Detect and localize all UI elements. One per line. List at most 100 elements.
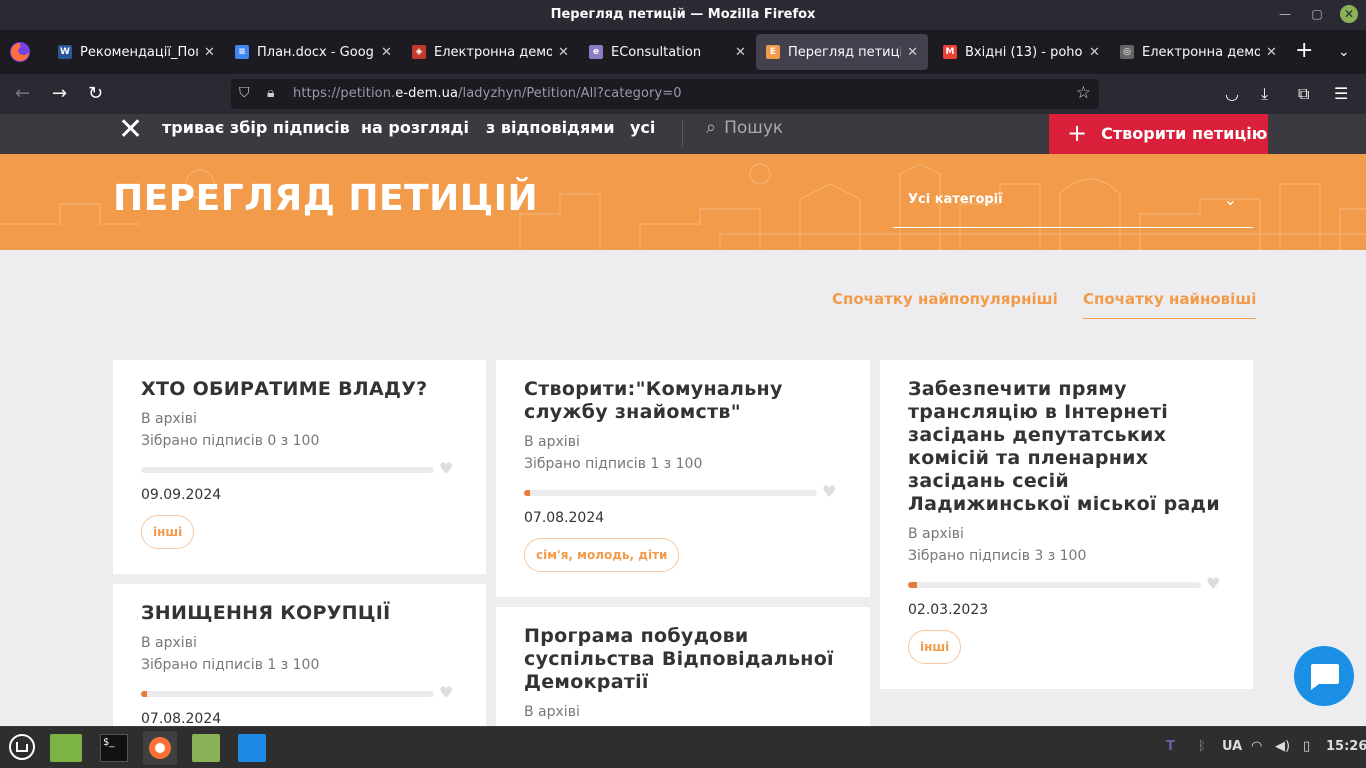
tab-close-icon[interactable]: ✕ — [204, 45, 215, 60]
shield-icon[interactable]: ⛉ — [239, 85, 250, 101]
text-editor-icon[interactable] — [238, 734, 266, 762]
docs-favicon-icon: ≡ — [235, 45, 249, 59]
minimize-icon[interactable]: — — [1276, 7, 1294, 21]
heart-icon[interactable]: ♥ — [822, 482, 836, 501]
petition-status: В архіві — [524, 704, 580, 720]
petition-status: В архіві — [141, 411, 197, 427]
petition-signatures: Зібрано підписів 1 з 100 — [524, 456, 703, 472]
heart-icon[interactable]: ♥ — [1206, 574, 1220, 593]
files-icon[interactable] — [50, 734, 82, 762]
sort-newest-link[interactable]: Спочатку найновіші — [1083, 290, 1257, 319]
tab-close-icon[interactable]: ✕ — [1089, 45, 1100, 60]
sort-popular-link[interactable]: Спочатку найпопулярніші — [832, 290, 1058, 308]
forward-icon[interactable]: → — [52, 83, 67, 105]
heart-icon[interactable]: ♥ — [439, 459, 453, 478]
petition-title[interactable]: Створити:"Комунальну службу знайомств" — [524, 378, 842, 424]
keyboard-layout[interactable]: UA — [1222, 739, 1242, 754]
tab-item[interactable]: ≡ План.docx - Google ✕ — [225, 34, 402, 70]
category-tag[interactable]: інші — [141, 515, 195, 549]
tab-item-active[interactable]: E Перегляд петицій ✕ — [756, 34, 928, 70]
url-text[interactable]: https://petition.e-dem.ua/ladyzhyn/Petit… — [293, 86, 682, 101]
wifi-icon[interactable]: ◠ — [1251, 739, 1262, 754]
firefox-taskbar-button[interactable] — [143, 731, 177, 765]
chat-button[interactable] — [1294, 646, 1354, 706]
petition-card[interactable]: Створити:"Комунальну службу знайомств" В… — [496, 360, 870, 597]
petition-progress: ♥ — [141, 683, 458, 702]
new-tab-icon[interactable]: + — [1295, 40, 1313, 62]
tab-title: Рекомендації_Пого — [80, 44, 198, 60]
petition-title[interactable]: Програма побудови суспільства Відповідал… — [524, 625, 842, 694]
tab-close-icon[interactable]: ✕ — [381, 45, 392, 60]
petition-title[interactable]: Забезпечити пряму трансляцію в Інтернеті… — [908, 378, 1225, 516]
close-icon[interactable]: ✕ — [1340, 5, 1358, 23]
url-bar[interactable]: ⛉ 🔒︎ https://petition.e-dem.ua/ladyzhyn/… — [231, 79, 1099, 109]
hamburger-menu-icon[interactable]: ☰ — [1334, 84, 1348, 103]
teams-icon[interactable]: T — [1166, 739, 1175, 754]
list-all-tabs-icon[interactable]: ⌄ — [1338, 44, 1350, 60]
site-search[interactable]: ⌕ Пошук — [706, 117, 783, 138]
close-menu-icon[interactable]: ✕ — [118, 115, 143, 145]
nav-divider — [682, 120, 683, 146]
petition-title[interactable]: ХТО ОБИРАТИМЕ ВЛАДУ? — [141, 378, 458, 401]
extensions-icon[interactable]: ⧉ — [1298, 84, 1309, 104]
volume-icon[interactable]: ◀) — [1275, 739, 1290, 754]
category-tag[interactable]: сім'я, молодь, діти — [524, 538, 680, 572]
chat-bubble-icon — [1311, 664, 1339, 690]
tab-close-icon[interactable]: ✕ — [735, 45, 746, 60]
petition-card[interactable]: Забезпечити пряму трансляцію в Інтернеті… — [880, 360, 1253, 689]
firefox-menu-icon[interactable] — [8, 40, 32, 64]
navigation-toolbar: ← → ↻ ⛉ 🔒︎ https://petition.e-dem.ua/lad… — [0, 74, 1366, 114]
tab-title: План.docx - Google — [257, 44, 375, 60]
tab-item[interactable]: e EConsultation ✕ — [579, 34, 756, 70]
petition-card[interactable]: ХТО ОБИРАТИМЕ ВЛАДУ? В архіві Зібрано пі… — [113, 360, 486, 574]
lock-icon[interactable]: 🔒︎ — [267, 85, 274, 101]
tab-close-icon[interactable]: ✕ — [907, 45, 918, 60]
nav-link-collecting[interactable]: триває збір підписів — [162, 118, 350, 137]
battery-icon[interactable]: ▯ — [1303, 739, 1310, 754]
tab-item[interactable]: ◎ Електронна демок ✕ — [1110, 34, 1287, 70]
tab-item[interactable]: W Рекомендації_Пого ✕ — [48, 34, 225, 70]
heart-icon[interactable]: ♥ — [439, 683, 453, 702]
petition-date: 09.09.2024 — [141, 487, 222, 503]
window-title: Перегляд петицій — Mozilla Firefox — [550, 7, 816, 22]
petition-signatures: Зібрано підписів 3 з 100 — [908, 548, 1087, 564]
tab-item[interactable]: M Вхідні (13) - pohovo ✕ — [933, 34, 1110, 70]
pocket-icon[interactable]: ◡ — [1225, 84, 1239, 103]
plus-icon: + — [1067, 119, 1088, 147]
petition-status: В архіві — [908, 526, 964, 542]
folder-icon[interactable] — [192, 734, 220, 762]
progress-bar — [524, 490, 817, 496]
nav-link-all[interactable]: усі — [630, 118, 655, 137]
firefox-icon — [149, 737, 171, 759]
bluetooth-icon[interactable]: ᛒ — [1198, 739, 1206, 754]
clock[interactable]: 15:26 — [1326, 739, 1366, 754]
petition-progress: ♥ — [908, 574, 1225, 593]
window-controls: — ▢ ✕ — [1276, 5, 1358, 23]
progress-fill — [908, 582, 917, 588]
downloads-icon[interactable]: ⤓ — [1261, 84, 1268, 104]
gmail-favicon-icon: M — [943, 45, 957, 59]
edem-favicon-icon: ◈ — [412, 45, 426, 59]
tab-item[interactable]: ◈ Електронна демок ✕ — [402, 34, 579, 70]
page-banner: ПЕРЕГЛЯД ПЕТИЦІЙ Усі категорії ⌄ — [0, 154, 1366, 250]
petition-date: 07.08.2024 — [141, 711, 222, 726]
reload-icon[interactable]: ↻ — [88, 83, 103, 105]
tab-close-icon[interactable]: ✕ — [1266, 45, 1277, 60]
petition-title[interactable]: ЗНИЩЕННЯ КОРУПЦІЇ — [141, 602, 458, 625]
maximize-icon[interactable]: ▢ — [1308, 7, 1326, 21]
tab-close-icon[interactable]: ✕ — [558, 45, 569, 60]
progress-fill — [524, 490, 530, 496]
petition-card[interactable]: Програма побудови суспільства Відповідал… — [496, 607, 870, 726]
create-petition-button[interactable]: + Створити петицію — [1049, 114, 1268, 154]
petition-card[interactable]: ЗНИЩЕННЯ КОРУПЦІЇ В архіві Зібрано підпи… — [113, 584, 486, 726]
nav-link-under-review[interactable]: на розгляді — [361, 118, 469, 137]
terminal-icon[interactable]: $_ — [100, 734, 128, 762]
back-icon[interactable]: ← — [15, 83, 30, 105]
menu-icon[interactable] — [8, 733, 36, 761]
category-tag[interactable]: інші — [908, 630, 962, 664]
category-select[interactable]: Усі категорії ⌄ — [893, 190, 1253, 228]
nav-link-answered[interactable]: з відповідями — [486, 118, 615, 137]
bookmark-star-icon[interactable]: ☆ — [1076, 83, 1091, 103]
petition-status: В архіві — [141, 635, 197, 651]
tab-title: EConsultation — [611, 44, 702, 60]
